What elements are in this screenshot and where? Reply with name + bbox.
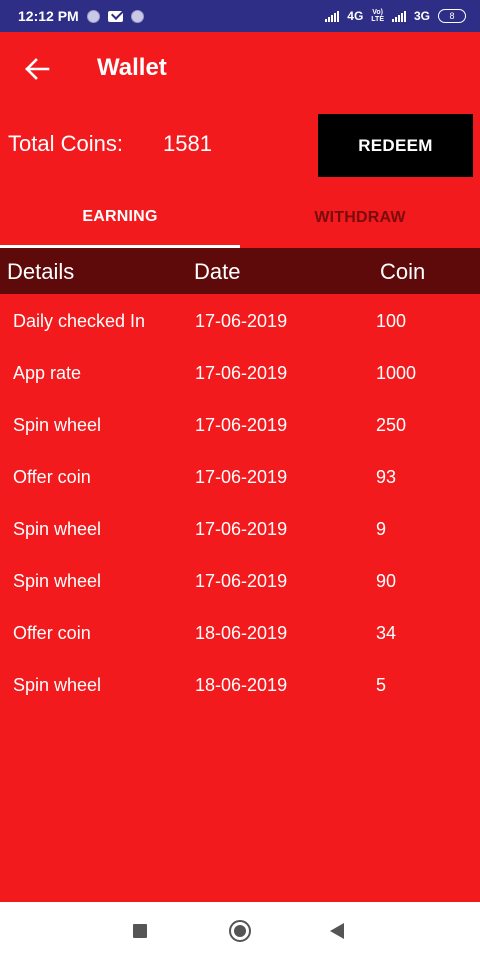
total-coins-label: Total Coins: [8,131,123,156]
row-details: Spin wheel [13,415,102,435]
status-right: 4G Vo) LTE 3G 8 [325,9,466,23]
volte-icon: Vo) LTE [371,9,384,23]
row-date: 17-06-2019 [195,519,288,539]
table-row: Spin wheel 18-06-2019 5 [0,658,480,710]
row-coin: 9 [376,519,387,539]
recents-square-icon[interactable] [133,924,147,938]
row-coin: 1000 [376,363,417,383]
table-row: Offer coin 17-06-2019 93 [0,450,480,502]
navigation-bar [0,902,480,960]
table-row: Spin wheel 17-06-2019 90 [0,554,480,606]
back-button[interactable] [20,54,54,84]
row-details: App rate [13,363,82,383]
column-header-details: Details [7,259,75,284]
tab-withdraw-label: WITHDRAW [314,209,406,226]
redeem-button[interactable]: REDEEM [318,114,473,177]
signal-icon-2 [391,10,406,22]
table-body: Daily checked In 17-06-2019 100 App rate… [0,294,480,710]
table-row: Offer coin 18-06-2019 34 [0,606,480,658]
network-type-2: 3G [413,9,430,23]
battery-icon: 8 [438,9,466,23]
row-date: 17-06-2019 [195,311,288,331]
row-coin: 100 [376,311,407,331]
row-coin: 5 [376,675,387,695]
row-date: 17-06-2019 [195,571,288,591]
arrow-left-icon [25,58,50,80]
status-bar: 12:12 PM 4G Vo) LTE 3G 8 [0,0,480,32]
column-header-date: Date [194,259,241,284]
row-date: 18-06-2019 [195,675,288,695]
volte-bottom: LTE [371,16,384,23]
row-date: 17-06-2019 [195,467,288,487]
row-details: Spin wheel [13,571,102,591]
row-details: Spin wheel [13,675,102,695]
row-details: Offer coin [13,623,91,643]
row-date: 17-06-2019 [195,363,288,383]
tab-earning-label: EARNING [82,208,158,225]
page-title: Wallet [97,54,167,81]
notification-dot-icon [86,9,100,23]
notification-dot-icon-2 [130,9,144,23]
row-coin: 250 [376,415,407,435]
row-coin: 34 [376,623,397,643]
table-row: Daily checked In 17-06-2019 100 [0,294,480,346]
row-date: 17-06-2019 [195,415,288,435]
table-header: Details Date Coin [0,248,480,294]
volte-top: Vo) [372,9,384,16]
row-coin: 93 [376,467,397,487]
row-date: 18-06-2019 [195,623,288,643]
table-row: App rate 17-06-2019 1000 [0,346,480,398]
row-details: Daily checked In [13,311,146,331]
total-coins-value: 1581 [163,131,212,156]
status-time: 12:12 PM [18,8,79,24]
row-details: Offer coin [13,467,91,487]
tab-bar: EARNING WITHDRAW [0,188,480,248]
tab-earning[interactable]: EARNING [0,188,240,248]
table-row: Spin wheel 17-06-2019 250 [0,398,480,450]
status-left: 12:12 PM [18,8,144,24]
column-header-coin: Coin [380,259,426,284]
table-row: Spin wheel 17-06-2019 9 [0,502,480,554]
app-bar: Wallet [0,32,480,108]
row-coin: 90 [376,571,397,591]
tab-withdraw[interactable]: WITHDRAW [240,188,480,248]
mail-icon [107,10,123,22]
network-type-1: 4G [347,9,364,23]
row-details: Spin wheel [13,519,102,539]
home-circle-icon[interactable] [229,920,251,942]
signal-icon [325,10,340,22]
back-triangle-icon[interactable] [330,923,344,939]
